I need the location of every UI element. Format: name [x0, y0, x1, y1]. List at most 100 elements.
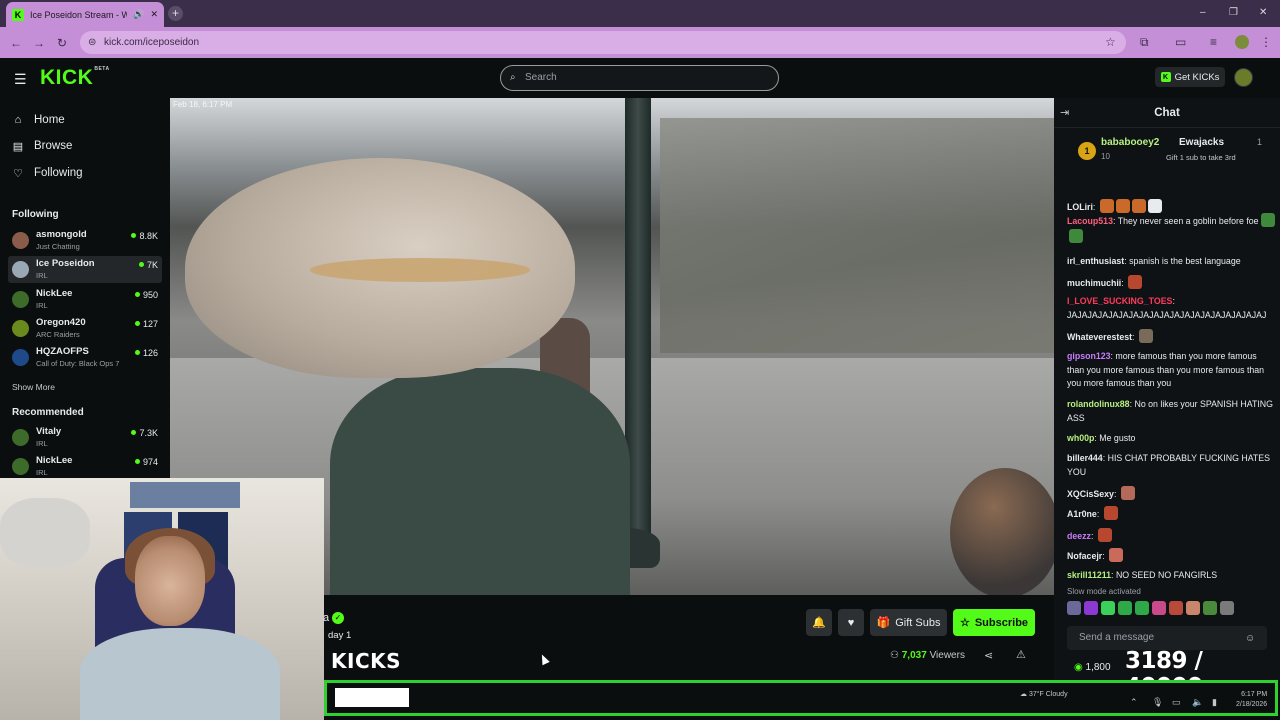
emote-button[interactable] [1220, 601, 1234, 615]
reload-icon[interactable]: ↻ [57, 36, 67, 50]
chat-emote [1099, 199, 1114, 213]
stream-info-bar [324, 595, 1054, 680]
close-tab-icon[interactable]: ✕ [150, 9, 158, 20]
channel-item[interactable]: NickLee IRL 950 [8, 286, 162, 313]
emote-button[interactable] [1152, 601, 1166, 615]
forward-icon[interactable]: → [33, 36, 45, 50]
new-tab-button[interactable]: + [168, 6, 183, 21]
taskbar-clock[interactable]: 6:17 PM 2/18/2026 [1236, 690, 1267, 710]
sidebar-item-following[interactable]: ♡ Following [12, 165, 83, 181]
chat-username[interactable]: irl_enthusiast [1067, 256, 1124, 266]
points-icon: ◉ [1074, 662, 1083, 673]
viewer-count-label: Viewers [929, 650, 965, 661]
channel-item[interactable]: NickLee IRL 974 [8, 453, 162, 480]
chat-emote [1147, 199, 1162, 213]
slow-mode-notice: Slow mode activated [1067, 587, 1141, 596]
microphone-icon[interactable]: 🎙 [1152, 697, 1163, 708]
channel-points[interactable]: ◉ 1,800 [1074, 662, 1111, 673]
emoji-picker-icon[interactable]: ☺ [1245, 633, 1255, 644]
emote-button[interactable] [1101, 601, 1115, 615]
chat-separator: : [1113, 489, 1119, 499]
home-icon: ⌂ [14, 114, 22, 126]
notification-bell-button[interactable]: 🔔 [806, 609, 832, 636]
gifter-name[interactable]: bababooey2 [1101, 137, 1159, 148]
tray-chevron-icon[interactable]: ⌃ [1130, 697, 1138, 708]
emote-button[interactable] [1135, 601, 1149, 615]
search-input[interactable]: ⌕ Search [500, 65, 779, 91]
sidebar-item-browse[interactable]: ▤ Browse [12, 138, 73, 154]
viewers-icon: ⚇ [890, 650, 899, 661]
battery-icon[interactable]: ▮ [1212, 697, 1217, 708]
site-info-icon[interactable]: ⊜ [88, 31, 96, 54]
url-field[interactable]: ⊜ kick.com/iceposeidon [80, 31, 1126, 54]
site-header: ☰ KICKBETA ⌕ Search K Get KICKs [0, 58, 1280, 98]
chat-emote [1128, 275, 1143, 289]
chat-username[interactable]: deezz [1067, 531, 1091, 541]
webcam-streamer-hoodie [80, 628, 280, 720]
chat-username[interactable]: I_LOVE_SUCKING_TOES [1067, 296, 1172, 306]
user-avatar[interactable] [1234, 68, 1253, 87]
close-window-icon[interactable]: ✕ [1259, 7, 1267, 18]
video-scene-person-body [330, 368, 630, 595]
chat-message: gipson123: more famous than you more fam… [1067, 350, 1275, 391]
clock-date: 2/18/2026 [1236, 701, 1268, 708]
follow-button[interactable]: ♥ [838, 609, 864, 636]
chat-username[interactable]: LOLiri [1067, 202, 1093, 212]
show-more-link[interactable]: Show More [12, 382, 55, 392]
chat-username[interactable]: Nofacejr [1067, 551, 1102, 561]
cast-icon[interactable]: ▭ [1175, 35, 1186, 49]
browser-menu-icon[interactable]: ⋮ [1260, 35, 1272, 49]
channel-item[interactable]: HQZAOFPS Call of Duty: Black Ops 7 126 [8, 344, 162, 371]
gifter-count: 10 [1101, 152, 1110, 161]
channel-item[interactable]: asmongold Just Chatting 8.8K [8, 227, 162, 254]
chat-username[interactable]: XQCisSexy [1067, 489, 1114, 499]
chat-message: biller444: HIS CHAT PROBABLY FUCKING HAT… [1067, 452, 1275, 479]
extensions-icon[interactable]: ⧉ [1140, 35, 1149, 50]
maximize-icon[interactable]: ❐ [1229, 7, 1238, 18]
chat-username[interactable]: Whateverestest [1067, 332, 1132, 342]
chat-username[interactable]: A1r0ne [1067, 509, 1097, 519]
channel-item[interactable]: Ice Poseidon IRL 7K [8, 256, 162, 283]
emote-button[interactable] [1186, 601, 1200, 615]
chat-username[interactable]: Lacoup513 [1067, 216, 1113, 226]
chat-username[interactable]: gipson123 [1067, 351, 1111, 361]
report-flag-icon[interactable]: ⚠ [1016, 648, 1026, 661]
hamburger-menu-icon[interactable]: ☰ [14, 71, 27, 88]
kick-logo[interactable]: KICKBETA [40, 66, 110, 90]
minimize-icon[interactable]: – [1200, 7, 1206, 18]
emote-button[interactable] [1203, 601, 1217, 615]
gifter-name[interactable]: Ewajacks [1179, 137, 1224, 148]
emote-button[interactable] [1169, 601, 1183, 615]
emote-button[interactable] [1084, 601, 1098, 615]
webcam-plush [0, 498, 90, 568]
chat-username[interactable]: muchimuchii [1067, 278, 1121, 288]
network-icon[interactable]: ▭ [1172, 697, 1181, 708]
back-icon[interactable]: ← [10, 36, 22, 50]
chat-emote [1120, 486, 1135, 500]
get-kicks-button[interactable]: K Get KICKs [1155, 67, 1225, 87]
channel-item[interactable]: Oregon420 ARC Raiders 127 [8, 315, 162, 342]
subscribe-button[interactable]: ☆ Subscribe [953, 609, 1035, 636]
emote-button[interactable] [1118, 601, 1132, 615]
chat-text: JAJAJAJAJAJAJAJAJAJAJAJAJAJAJAJAJAJAJAJ [1067, 309, 1267, 320]
share-icon[interactable]: ⋖ [984, 649, 993, 662]
emote-button[interactable] [1067, 601, 1081, 615]
chat-username[interactable]: wh00p [1067, 433, 1094, 443]
channel-item[interactable]: Vitaly IRL 7.3K [8, 424, 162, 451]
chat-message-input[interactable]: Send a message [1067, 626, 1267, 650]
media-control-icon[interactable]: ≡ [1210, 35, 1217, 49]
browser-tab-bar: K Ice Poseidon Stream - Wat 🔊 ✕ + – ❐ ✕ [0, 0, 1280, 27]
chat-username[interactable]: skrill11211 [1067, 570, 1111, 580]
bookmark-star-icon[interactable]: ☆ [1105, 35, 1116, 49]
browser-profile-avatar[interactable] [1235, 35, 1249, 49]
taskbar-weather[interactable]: ☁ 37°F Cloudy [1020, 690, 1068, 698]
gift-subs-button[interactable]: 🎁 Gift Subs [870, 609, 947, 636]
audio-icon[interactable]: 🔊 [133, 9, 144, 20]
chat-username[interactable]: biller444 [1067, 453, 1103, 463]
chat-username[interactable]: rolandolinux88 [1067, 399, 1130, 409]
chat-text: They never seen a goblin before foe [1117, 216, 1259, 226]
speaker-icon[interactable]: 🔈 [1192, 697, 1203, 708]
browser-tab[interactable]: K Ice Poseidon Stream - Wat 🔊 ✕ [6, 2, 164, 27]
sidebar-item-home[interactable]: ⌂ Home [12, 112, 65, 128]
streamer-name[interactable]: a [323, 612, 329, 624]
